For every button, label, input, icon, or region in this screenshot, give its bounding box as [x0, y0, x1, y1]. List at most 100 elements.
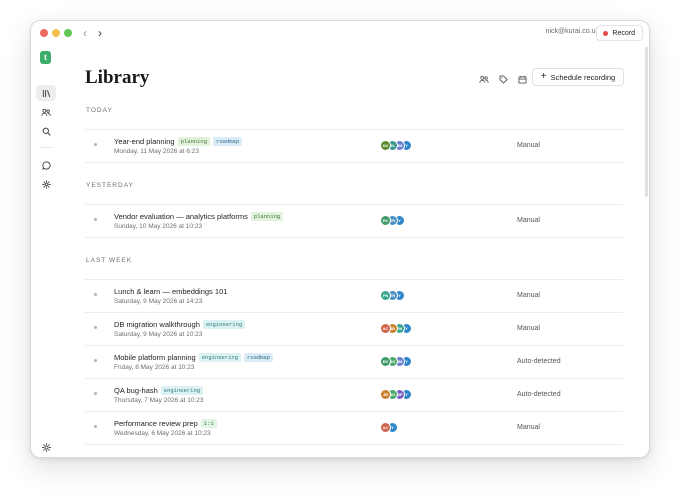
meeting-title: Lunch & learn — embeddings 101	[114, 287, 228, 296]
avatar: EK	[380, 215, 391, 226]
record-dot-icon	[603, 30, 609, 36]
chat-icon	[41, 160, 51, 170]
bullet-icon	[94, 293, 97, 296]
meeting-source: Manual	[517, 142, 540, 149]
meeting-title: QA bug-hash	[114, 386, 158, 395]
meeting-row[interactable]: Year-end planning planning roadmap Monday, …	[85, 129, 623, 162]
meeting-title: Vendor evaluation — analytics platforms	[114, 212, 248, 221]
tag-filter-button[interactable]	[496, 72, 510, 86]
participant-avatars: AC JB PN Y	[380, 323, 412, 334]
calendar-filter-button[interactable]	[515, 72, 529, 86]
people-icon	[41, 108, 51, 116]
avatar: PN	[380, 290, 391, 301]
gear-icon	[41, 179, 51, 189]
meeting-row[interactable]: Lunch & learn — embeddings 101 Saturday, …	[85, 279, 623, 312]
page-title: Library	[85, 67, 150, 88]
app-logo[interactable]: t	[40, 51, 51, 64]
scrollbar[interactable]	[645, 47, 648, 197]
user-email: nick@kurai.co.uk	[545, 28, 599, 35]
meeting-date: Friday, 8 May 2026 at 10:23	[114, 364, 195, 371]
participant-avatars: AC Y	[380, 422, 398, 433]
sidebar-item-people[interactable]	[36, 104, 56, 120]
close-window-button[interactable]	[40, 29, 48, 37]
meeting-title: Performance review prep	[114, 419, 198, 428]
sidebar-item-settings[interactable]	[36, 176, 56, 192]
tag-badge[interactable]: roadmap	[213, 137, 243, 146]
meeting-source: Manual	[517, 325, 540, 332]
avatar: AC	[380, 422, 391, 433]
meeting-row[interactable]: QA bug-hash engineering Thursday, 7 May 20…	[85, 378, 623, 411]
section-label: TODAY	[86, 107, 113, 114]
bullet-icon	[94, 359, 97, 362]
meeting-row[interactable]: DB migration walkthrough engineering Satur…	[85, 312, 623, 345]
divider	[85, 237, 623, 238]
zoom-window-button[interactable]	[64, 29, 72, 37]
meeting-title: Mobile platform planning	[114, 353, 196, 362]
schedule-recording-label: Schedule recording	[550, 72, 616, 82]
avatar: DK	[380, 140, 391, 151]
sidebar-item-search[interactable]	[36, 123, 56, 139]
tag-badge[interactable]: 1:1	[200, 419, 217, 428]
tag-badge[interactable]: engineering	[198, 353, 242, 362]
tag-badge[interactable]: engineering	[202, 320, 246, 329]
section-label: LAST WEEK	[86, 257, 133, 264]
meeting-source: Manual	[517, 292, 540, 299]
sidebar-item-theme[interactable]	[36, 439, 56, 455]
sidebar: t	[31, 45, 61, 457]
people-icon	[479, 75, 489, 83]
divider	[85, 444, 623, 445]
participant-avatars: DK EL JM Y	[380, 140, 412, 151]
schedule-recording-button[interactable]: + Schedule recording	[532, 68, 624, 86]
chevron-left-icon[interactable]: ‹	[83, 26, 87, 40]
record-label: Record	[612, 29, 635, 37]
chevron-right-icon[interactable]: ›	[98, 26, 102, 40]
search-icon	[42, 127, 51, 136]
meeting-source: Manual	[517, 424, 540, 431]
meeting-row[interactable]: Performance review prep 1:1 Wednesday, 6 M…	[85, 411, 623, 444]
meeting-source: Auto-detected	[517, 358, 561, 365]
bullet-icon	[94, 326, 97, 329]
library-icon	[42, 89, 50, 97]
tag-badge[interactable]: planning	[250, 212, 284, 221]
tag-badge[interactable]: engineering	[160, 386, 204, 395]
calendar-icon	[517, 75, 527, 84]
tag-icon	[498, 74, 508, 84]
tag-badge[interactable]: planning	[177, 137, 211, 146]
minimize-window-button[interactable]	[52, 29, 60, 37]
divider	[85, 162, 623, 163]
meeting-date: Monday, 11 May 2026 at 6:23	[114, 148, 200, 155]
bullet-icon	[94, 218, 97, 221]
meeting-title: DB migration walkthrough	[114, 320, 200, 329]
people-filter-button[interactable]	[477, 72, 491, 86]
bullet-icon	[94, 425, 97, 428]
section-label: YESTERDAY	[86, 182, 134, 189]
sidebar-item-chat[interactable]	[36, 157, 56, 173]
sun-icon	[41, 442, 51, 452]
title-bar: ‹ › nick@kurai.co.uk Record	[31, 21, 649, 45]
meeting-date: Saturday, 9 May 2026 at 14:23	[114, 298, 203, 305]
app-window: ‹ › nick@kurai.co.uk Record t Library + …	[30, 20, 650, 458]
plus-icon: +	[540, 71, 547, 82]
sidebar-divider	[39, 147, 53, 148]
meeting-source: Auto-detected	[517, 391, 561, 398]
avatar: JB	[380, 389, 391, 400]
bullet-icon	[94, 392, 97, 395]
meeting-title: Year-end planning	[114, 137, 175, 146]
library-main: Library + Schedule recording TODAY Year-e…	[83, 45, 629, 457]
meeting-row[interactable]: Vendor evaluation — analytics platforms p…	[85, 204, 623, 237]
avatar: AC	[380, 323, 391, 334]
participant-avatars: EK TR Y	[380, 215, 405, 226]
participant-avatars: JB SG MP Y	[380, 389, 412, 400]
tag-badge[interactable]: roadmap	[244, 353, 274, 362]
sidebar-item-library[interactable]	[36, 85, 56, 101]
record-button[interactable]: Record	[596, 25, 643, 41]
bullet-icon	[94, 143, 97, 146]
avatar: EK	[380, 356, 391, 367]
meeting-date: Sunday, 10 May 2026 at 10:23	[114, 223, 203, 230]
meeting-date: Saturday, 9 May 2026 at 10:23	[114, 331, 203, 338]
participant-avatars: EK SG JM Y	[380, 356, 412, 367]
participant-avatars: PN TR Y	[380, 290, 405, 301]
meeting-source: Manual	[517, 217, 540, 224]
meeting-date: Thursday, 7 May 2026 at 10:23	[114, 397, 204, 404]
meeting-row[interactable]: Mobile platform planning engineering roadm…	[85, 345, 623, 378]
